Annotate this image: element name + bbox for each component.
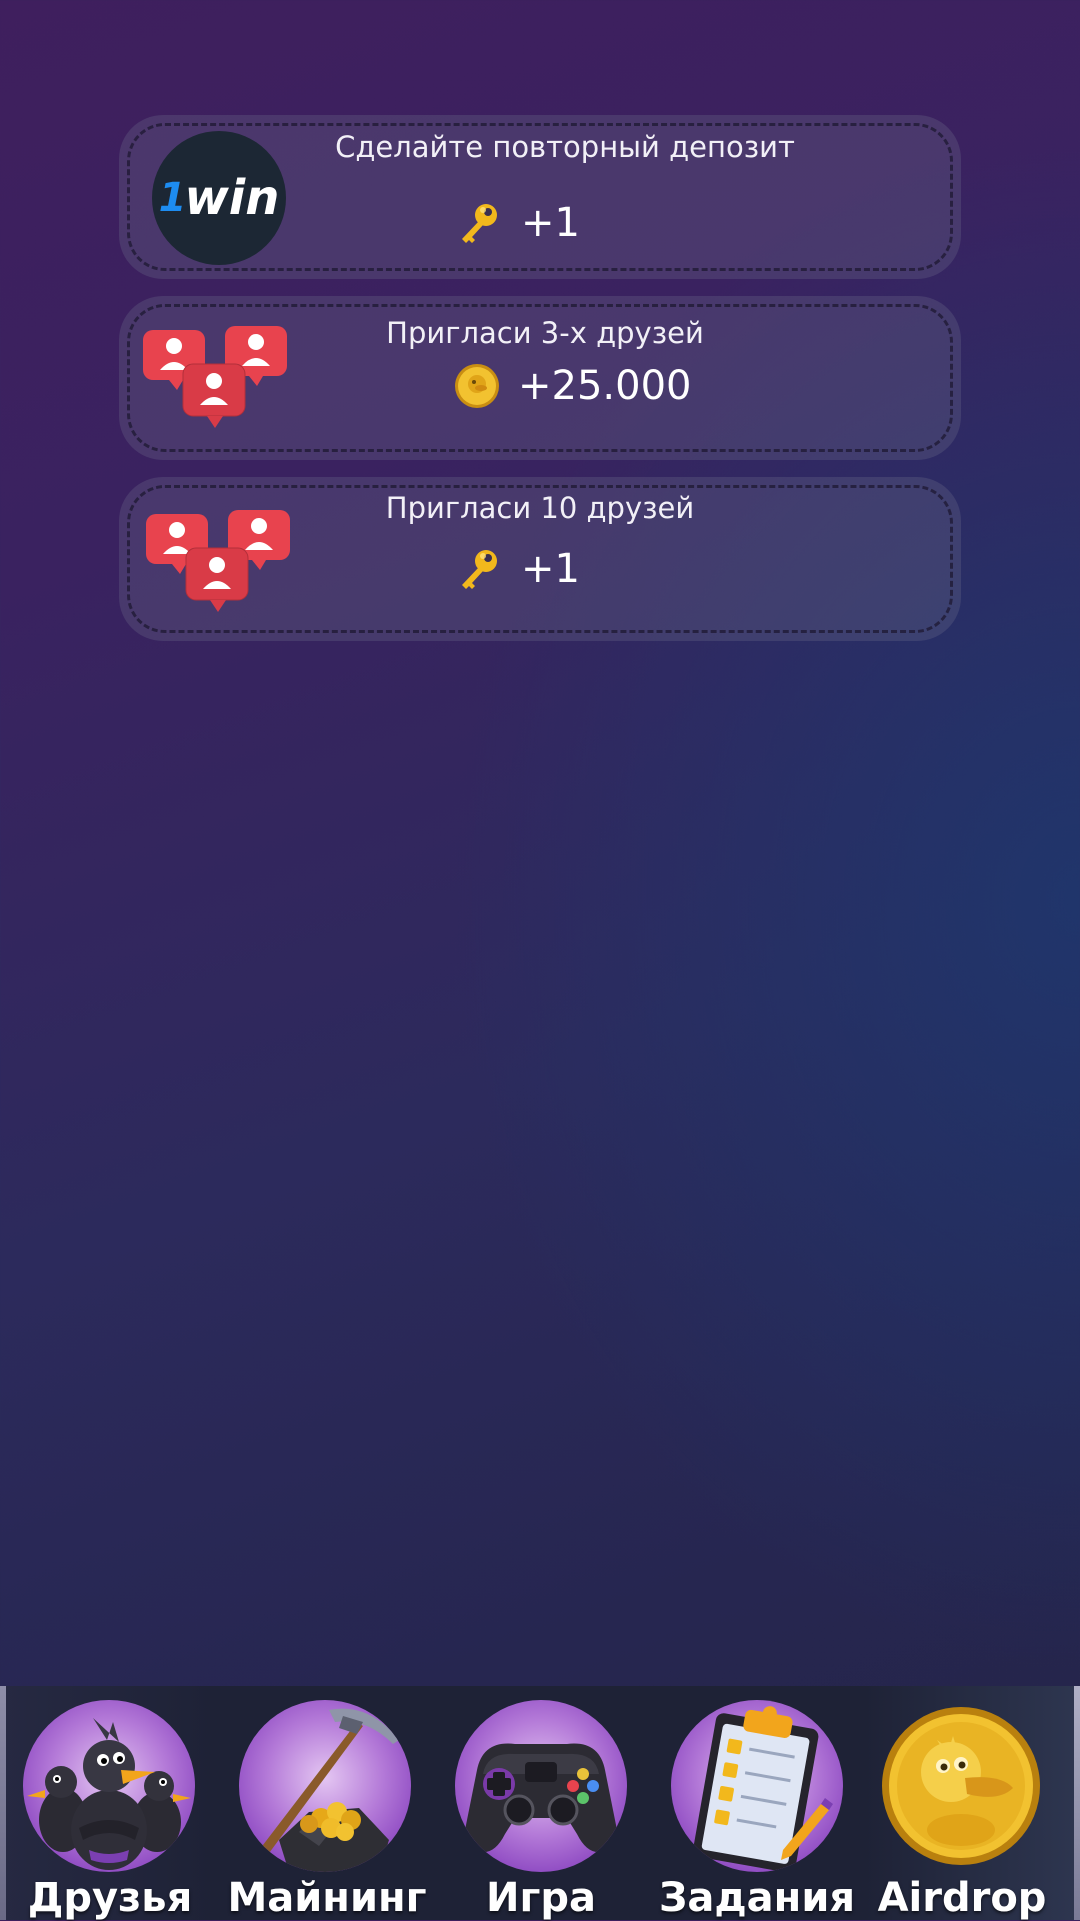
task-card-invite-10-friends[interactable]: Пригласи 10 друзей +1 <box>119 477 961 641</box>
key-icon <box>462 550 497 589</box>
nav-item-tasks[interactable]: Задания <box>652 1700 862 1921</box>
duck-coin-icon <box>881 1706 1041 1866</box>
reward-value: +1 <box>521 200 580 246</box>
checklist-clipboard-icon <box>671 1700 843 1872</box>
task-list: 1 win Сделайте повторный депозит +1 Приг… <box>119 115 961 658</box>
reward: +25.000 <box>454 363 691 409</box>
nav-label: Майнинг <box>227 1875 427 1921</box>
duck-coin-icon <box>455 364 499 408</box>
task-title: Пригласи 10 друзей <box>385 491 695 525</box>
ducks-friends-icon <box>23 1700 195 1872</box>
bottom-nav: Друзья Майнинг Игра Задания Airdrop <box>0 1686 1080 1921</box>
friends-notification-icon <box>146 510 290 612</box>
key-icon <box>462 204 497 243</box>
nav-item-airdrop[interactable]: Airdrop <box>857 1700 1067 1921</box>
reward: +1 <box>455 545 580 593</box>
reward: +1 <box>455 199 580 247</box>
task-card-repeat-deposit[interactable]: 1 win Сделайте повторный депозит +1 <box>119 115 961 279</box>
nav-label: Друзья <box>27 1875 193 1921</box>
reward-value: +1 <box>521 546 580 592</box>
task-title: Сделайте повторный депозит <box>335 130 795 164</box>
nav-label: Игра <box>486 1875 596 1921</box>
gamepad-icon <box>455 1700 627 1872</box>
nav-label: Airdrop <box>877 1875 1047 1921</box>
reward-value: +25.000 <box>518 363 692 409</box>
pickaxe-gold-icon <box>239 1700 411 1872</box>
nav-item-mining[interactable]: Майнинг <box>222 1700 432 1921</box>
task-card-invite-3-friends[interactable]: Пригласи 3-х друзей +25.000 <box>119 296 961 460</box>
nav-item-game[interactable]: Игра <box>436 1700 646 1921</box>
task-title: Пригласи 3-х друзей <box>386 316 704 350</box>
nav-item-friends[interactable]: Друзья <box>5 1700 215 1921</box>
